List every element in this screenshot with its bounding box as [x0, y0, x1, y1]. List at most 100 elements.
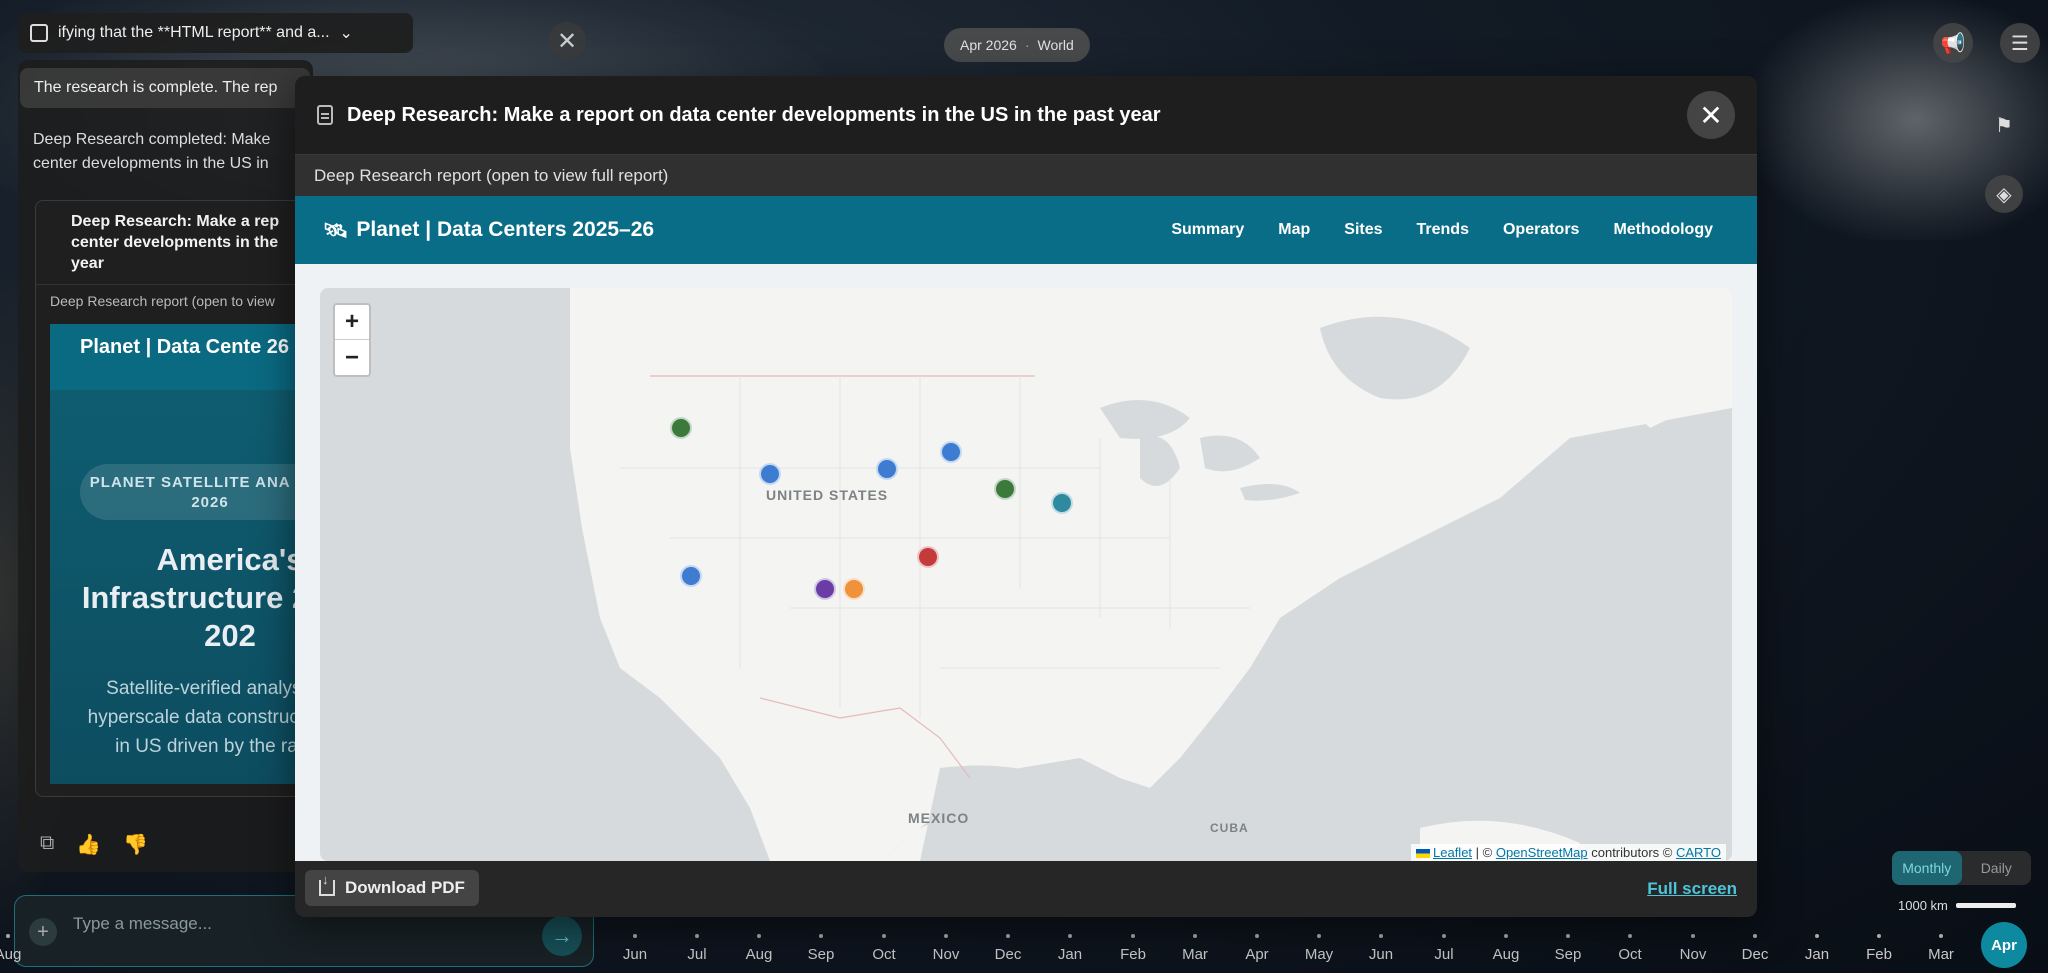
document-icon [317, 105, 333, 125]
report-navbar: 🛰 Planet | Data Centers 2025–26 Summary … [295, 196, 1757, 264]
report-card[interactable]: Deep Research: Make a rep center develop… [35, 200, 313, 797]
timeline-month[interactable]: Nov [1668, 934, 1718, 963]
modal-subtitle: Deep Research report (open to view full … [295, 154, 1757, 196]
close-icon[interactable]: ✕ [1687, 91, 1735, 139]
zoom-out-button[interactable]: − [335, 340, 369, 375]
download-icon [319, 872, 335, 896]
report-brand[interactable]: 🛰 Planet | Data Centers 2025–26 [323, 218, 654, 243]
map-label-cuba: CUBA [1210, 821, 1249, 835]
data-center-marker[interactable] [1051, 492, 1073, 514]
leaflet-link[interactable]: Leaflet [1433, 845, 1472, 860]
timeline-month[interactable]: Dec [983, 934, 1033, 963]
timeline-month[interactable]: Sep [796, 934, 846, 963]
data-center-marker[interactable] [876, 458, 898, 480]
region-label: World [1037, 37, 1074, 53]
timeline-month[interactable]: Sep [1543, 934, 1593, 963]
view-toggle[interactable]: Monthly Daily [1892, 851, 2031, 885]
timeline-month[interactable]: Aug [1481, 934, 1531, 963]
scale-label: 1000 km [1898, 898, 1948, 913]
timeline-month[interactable]: Oct [1605, 934, 1655, 963]
ukraine-flag-icon [1416, 849, 1430, 859]
map-canvas [570, 288, 1732, 861]
nav-sites[interactable]: Sites [1344, 221, 1382, 239]
megaphone-icon[interactable]: 📢 [1933, 23, 1973, 63]
chat-status-bar[interactable]: ifying that the **HTML report** and a...… [18, 13, 413, 53]
background-close-icon[interactable]: ✕ [548, 22, 586, 60]
timeline-month[interactable]: Dec [1730, 934, 1780, 963]
nav-map[interactable]: Map [1278, 221, 1310, 239]
data-center-marker[interactable] [843, 578, 865, 600]
layers-icon[interactable]: ◈ [1985, 175, 2023, 213]
timeline-month[interactable]: Aug [734, 934, 784, 963]
report-card-subtitle: Deep Research report (open to view [50, 293, 275, 309]
timeline-month[interactable]: Nov [921, 934, 971, 963]
timeline-month[interactable]: Jul [672, 934, 722, 963]
copy-icon[interactable]: ⧉ [40, 832, 54, 857]
zoom-control: + − [333, 303, 371, 377]
map-attribution: Leaflet | © OpenStreetMap contributors ©… [1411, 844, 1726, 861]
timeline-month[interactable]: Mar [1170, 934, 1220, 963]
bookmark-icon[interactable]: ⚑ [1985, 106, 2023, 144]
current-month-button[interactable]: Apr [1981, 922, 2027, 968]
report-frame[interactable]: 🛰 Planet | Data Centers 2025–26 Summary … [295, 196, 1757, 861]
chat-message: The research is complete. The rep [20, 68, 310, 108]
preview-heading: America's Infrastructure 2025–202 [81, 542, 312, 653]
nav-methodology[interactable]: Methodology [1613, 221, 1713, 239]
download-pdf-button[interactable]: Download PDF [305, 870, 479, 906]
nav-trends[interactable]: Trends [1417, 221, 1469, 239]
preview-badge: PLANET SATELLITE ANA MAY 2026 [80, 464, 312, 520]
date-region-pill[interactable]: Apr 2026 · World [944, 28, 1090, 62]
timeline-month[interactable]: Jun [610, 934, 660, 963]
toggle-daily[interactable]: Daily [1962, 851, 2032, 885]
timeline-month[interactable]: Jan [1045, 934, 1095, 963]
timeline-month[interactable]: Oct [859, 934, 909, 963]
modal-header: Deep Research: Make a report on data cen… [295, 76, 1757, 154]
report-preview[interactable]: Planet | Data Cente 26 PLANET SATELLITE … [50, 324, 312, 784]
timeline-month[interactable]: Apr [1232, 934, 1282, 963]
modal-footer: Download PDF Full screen [295, 861, 1757, 917]
thumbs-down-icon[interactable]: 👎 [123, 832, 148, 857]
modal-title: Deep Research: Make a report on data cen… [347, 103, 1161, 126]
preview-paragraph: Satellite-verified analys largest hypers… [87, 678, 312, 757]
timeline-month[interactable]: Jan [1792, 934, 1842, 963]
nav-summary[interactable]: Summary [1171, 221, 1244, 239]
fullscreen-link[interactable]: Full screen [1647, 879, 1737, 899]
edit-icon[interactable] [30, 24, 48, 42]
preview-brand: Planet | Data Cente 26 [50, 324, 312, 390]
menu-icon[interactable]: ☰ [2000, 23, 2040, 63]
timeline-month[interactable]: Jun [1356, 934, 1406, 963]
data-center-marker[interactable] [680, 565, 702, 587]
download-label: Download PDF [345, 878, 465, 897]
data-center-marker[interactable] [670, 417, 692, 439]
osm-link[interactable]: OpenStreetMap [1496, 845, 1588, 860]
data-center-marker[interactable] [940, 441, 962, 463]
timeline-month[interactable]: Aug [0, 934, 33, 963]
map-label-us: UNITED STATES [766, 487, 889, 503]
date-label: Apr 2026 [960, 37, 1017, 53]
zoom-in-button[interactable]: + [335, 305, 369, 340]
scale-bar: 1000 km [1898, 898, 2016, 913]
timeline-month[interactable]: Mar [1916, 934, 1966, 963]
timeline-month[interactable]: Feb [1108, 934, 1158, 963]
data-center-marker[interactable] [814, 578, 836, 600]
carto-link[interactable]: CARTO [1676, 845, 1721, 860]
report-card-title: Deep Research: Make a rep center develop… [36, 201, 312, 285]
nav-operators[interactable]: Operators [1503, 221, 1579, 239]
timeline-month[interactable]: Jul [1419, 934, 1469, 963]
chevron-down-icon[interactable]: ⌄ [340, 23, 353, 43]
timeline-month[interactable]: May [1294, 934, 1344, 963]
timeline-month[interactable]: Feb [1854, 934, 1904, 963]
data-center-marker[interactable] [759, 463, 781, 485]
thumbs-up-icon[interactable]: 👍 [76, 832, 101, 857]
data-center-marker[interactable] [994, 478, 1016, 500]
message-actions: ⧉ 👍 👎 [40, 832, 148, 857]
data-center-marker[interactable] [917, 546, 939, 568]
map-label-mexico: MEXICO [908, 810, 970, 826]
report-modal: Deep Research: Make a report on data cen… [295, 76, 1757, 917]
leaflet-map[interactable]: UNITED STATES MEXICO CUBA + − Leaflet | … [320, 288, 1732, 861]
timeline[interactable]: Aug Jun Jul Aug Sep Oct Nov Dec Jan Feb Mar Apr May J… [0, 920, 2048, 973]
chat-message: Deep Research completed: Make center dev… [33, 131, 271, 172]
brand-text: Planet | Data Centers 2025–26 [356, 218, 655, 241]
satellite-icon: 🛰 [323, 219, 349, 242]
toggle-monthly[interactable]: Monthly [1892, 851, 1962, 885]
